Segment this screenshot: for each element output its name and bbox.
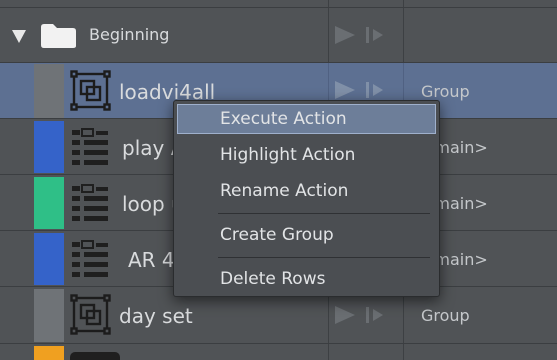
action-list-icon [70, 126, 112, 168]
row-color-swatch [34, 233, 64, 285]
row-color-swatch [34, 346, 64, 360]
context-menu: Execute Action Highlight Action Rename A… [173, 100, 440, 297]
triangle-down-icon[interactable] [12, 28, 26, 47]
row-color-swatch [34, 289, 64, 342]
menu-item-delete-rows[interactable]: Delete Rows [177, 264, 436, 294]
row-name: AR 4 [128, 248, 175, 272]
menu-separator [218, 213, 430, 214]
row-play-control[interactable] [333, 305, 393, 325]
group-frame-icon [70, 294, 112, 336]
action-row-partial[interactable] [0, 344, 557, 360]
row-color-swatch [34, 64, 64, 118]
row-color-swatch [34, 177, 64, 229]
group-header-label: Beginning [89, 25, 170, 44]
action-list-icon [70, 352, 120, 360]
folder-icon [40, 23, 77, 53]
action-list-icon [70, 238, 112, 280]
row-type: Group [421, 306, 470, 325]
group-play-control[interactable] [333, 25, 393, 45]
group-header-row[interactable]: Beginning [0, 8, 557, 63]
row-name: day set [119, 304, 193, 328]
menu-item-create-group[interactable]: Create Group [177, 220, 436, 250]
row-type: Group [421, 82, 470, 101]
menu-separator [218, 257, 430, 258]
row-play-control[interactable] [333, 80, 393, 100]
menu-item-highlight-action[interactable]: Highlight Action [177, 140, 436, 170]
group-frame-icon [70, 70, 112, 112]
top-partial-row [0, 0, 557, 8]
menu-item-execute-action[interactable]: Execute Action [177, 104, 436, 134]
action-list-icon [70, 182, 112, 224]
menu-item-rename-action[interactable]: Rename Action [177, 176, 436, 206]
row-color-swatch [34, 121, 64, 173]
